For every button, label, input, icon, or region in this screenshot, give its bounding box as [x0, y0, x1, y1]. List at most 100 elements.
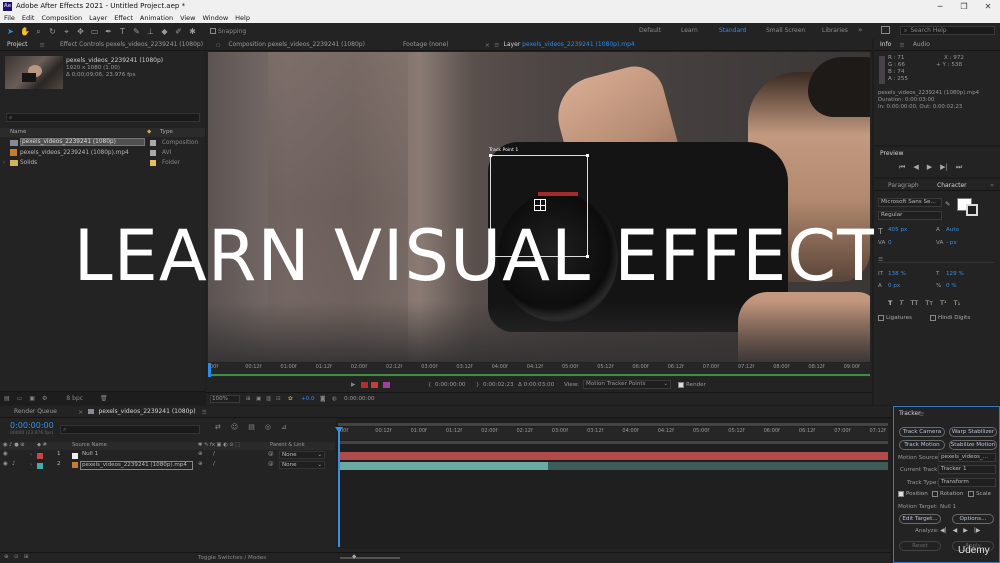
analyze-forward-frame-icon[interactable]: |▶ [974, 527, 981, 534]
menu-composition[interactable]: Composition [41, 14, 82, 22]
ligatures-checkbox[interactable]: Ligatures [878, 315, 912, 321]
workspace-default[interactable]: Default [639, 27, 661, 34]
prev-frame-icon[interactable]: ◀ [913, 163, 918, 172]
list-item[interactable]: pexels_videos_2239241 (1080p) Compositio… [0, 138, 205, 147]
parent-dropdown[interactable]: None ⌄ [279, 451, 325, 459]
layer-name[interactable]: pexels_videos_2239241 (1080p).mp4 [80, 461, 193, 470]
transparency-icon[interactable]: ⊡ [276, 396, 281, 402]
panel-menu-icon[interactable]: ≡ [494, 41, 499, 49]
video-frame[interactable]: Track Point 1 [208, 52, 870, 362]
timeline-timecode[interactable]: 0:00:00:00 [10, 421, 54, 430]
menu-edit[interactable]: Edit [22, 14, 35, 22]
close-icon[interactable]: × [78, 408, 83, 416]
tab-comp-timeline[interactable]: pexels_videos_2239241 (1080p) [98, 408, 195, 415]
project-search-input[interactable]: ⌕ [6, 113, 200, 122]
interpret-footage-icon[interactable]: ▤ [4, 395, 10, 402]
shy-layers-icon[interactable]: ☺ [231, 423, 238, 431]
panel-menu-icon[interactable]: ≡ [202, 408, 207, 416]
render-time-icon[interactable]: ⊕ [4, 554, 9, 560]
superscript-button[interactable]: T¹ [940, 299, 947, 307]
eyedropper-icon[interactable]: ✎ [945, 200, 950, 208]
pan-behind-tool-icon[interactable]: ✥ [76, 27, 85, 36]
panel-menu-icon[interactable]: ≡ [899, 41, 904, 49]
track-type-dropdown[interactable]: Transform [938, 478, 996, 487]
menu-view[interactable]: View [180, 14, 195, 22]
last-frame-icon[interactable]: ⏭ [956, 163, 962, 172]
channel-icon[interactable]: ▥ [266, 396, 271, 402]
parent-dropdown[interactable]: None ⌄ [279, 461, 325, 469]
next-frame-icon[interactable]: ▶| [940, 163, 948, 172]
tab-render-queue[interactable]: Render Queue [14, 408, 57, 415]
menu-file[interactable]: File [4, 14, 15, 22]
menu-effect[interactable]: Effect [114, 14, 133, 22]
time-navigator[interactable] [338, 423, 888, 426]
track-motion-button[interactable]: Track Motion [899, 440, 945, 450]
tab-tracker[interactable]: Tracker [899, 410, 921, 417]
shy-switch-icon[interactable]: ⊕ [198, 451, 203, 457]
all-caps-button[interactable]: TT [910, 299, 918, 307]
col-parent[interactable]: Parent & Link [270, 442, 305, 448]
playhead[interactable] [208, 363, 211, 377]
tab-composition[interactable]: Composition pexels_videos_2239241 (1080p… [228, 41, 365, 48]
horizontal-scale-value[interactable]: 129 % [946, 271, 964, 277]
expand-switches-icon[interactable]: ⊙ [14, 554, 19, 560]
visibility-icon[interactable]: ◉ [3, 451, 8, 457]
frame-blending-icon[interactable]: ▤ [248, 423, 255, 431]
snapping-toggle[interactable]: Snapping [210, 28, 246, 35]
col-source-name[interactable]: Source Name [72, 442, 107, 448]
mask-tool-icon[interactable]: ▭ [90, 27, 99, 36]
ripple-icon[interactable] [383, 382, 390, 388]
label-swatch[interactable] [37, 463, 43, 469]
render-checkbox[interactable]: Render [678, 382, 706, 388]
col-name[interactable]: Name [10, 129, 27, 135]
color-management-icon[interactable]: ✿ [288, 396, 293, 402]
work-area-bar[interactable] [338, 441, 888, 444]
workspace-standard[interactable]: Standard [719, 27, 746, 34]
workspace-libraries[interactable]: Libraries [822, 27, 848, 34]
list-item[interactable]: pexels_videos_2239241 (1080p).mp4 AVI [0, 148, 205, 157]
puppet-tool-icon[interactable]: ✱ [188, 27, 197, 36]
options-button[interactable]: Options... [952, 514, 994, 524]
selection-tool-icon[interactable]: ➤ [6, 27, 15, 36]
tab-character[interactable]: Character [937, 182, 967, 189]
in-point-icon[interactable]: { [428, 382, 432, 388]
chevron-right-icon[interactable]: › [30, 462, 32, 468]
duration-time[interactable]: 0:00:02:23 [483, 382, 514, 388]
analyze-backward-icon[interactable]: ◀ [953, 527, 958, 534]
leading-value[interactable]: Auto [946, 227, 959, 233]
workspace-learn[interactable]: Learn [681, 27, 698, 34]
tracking-value[interactable]: - px [946, 240, 957, 246]
vertical-scale-value[interactable]: 138 % [888, 271, 906, 277]
zoom-slider[interactable] [340, 557, 400, 559]
warp-stabilizer-button[interactable]: Warp Stabilizer [949, 427, 997, 437]
workspace-small-screen[interactable]: Small Screen [766, 27, 805, 34]
reset-button[interactable]: Reset [899, 541, 941, 551]
track-camera-button[interactable]: Track Camera [899, 427, 945, 437]
tab-layer[interactable]: Layer pexels_videos_2239241 (1080p).mp4 [504, 41, 635, 48]
current-time[interactable]: 0:00:00:00 [344, 396, 375, 402]
tab-effect-controls[interactable]: Effect Controls pexels_videos_2239241 (1… [60, 41, 203, 48]
font-family-dropdown[interactable]: Microsoft Sans Se... [878, 198, 942, 207]
new-comp-icon[interactable]: ▣ [29, 395, 35, 402]
small-caps-button[interactable]: Tт [925, 299, 933, 307]
faux-bold-button[interactable]: T [888, 299, 892, 307]
pickwhip-icon[interactable]: @ [268, 451, 274, 457]
rotate-tool-icon[interactable]: ↻ [48, 27, 57, 36]
zoom-tool-icon[interactable]: ⌕ [34, 27, 43, 36]
out-point-icon[interactable]: } [476, 382, 480, 388]
show-snapshot-icon[interactable]: ◍ [332, 396, 337, 402]
stabilize-motion-button[interactable]: Stabilize Motion [949, 440, 997, 450]
toggle-switches-modes[interactable]: Toggle Switches / Modes [198, 555, 266, 561]
motion-source-dropdown[interactable]: pexels_videos_... [938, 453, 996, 462]
close-icon[interactable]: × [485, 41, 490, 49]
menu-window[interactable]: Window [203, 14, 229, 22]
tab-audio[interactable]: Audio [913, 41, 930, 48]
view-dropdown[interactable]: Motion Tracker Points ⌄ [583, 380, 671, 389]
scale-checkbox[interactable]: Scale [968, 491, 991, 497]
expand-timing-icon[interactable]: ⊞ [24, 554, 29, 560]
first-frame-icon[interactable]: ⏮ [899, 163, 905, 172]
panel-menu-icon[interactable]: ≡ [919, 410, 924, 418]
tsume-value[interactable]: 0 % [946, 283, 957, 289]
tab-project[interactable]: Project [7, 41, 28, 48]
camera-tool-icon[interactable]: ⌖ [62, 27, 71, 36]
